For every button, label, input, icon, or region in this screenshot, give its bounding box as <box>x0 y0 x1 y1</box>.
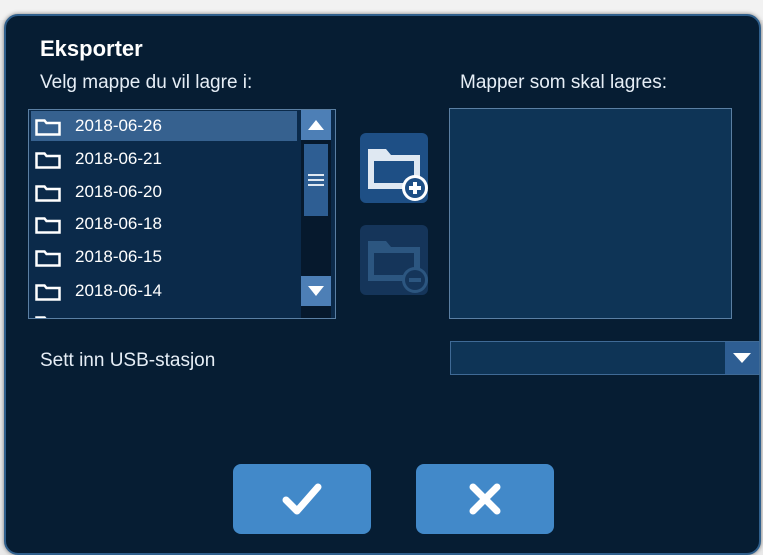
folder-list-item-label: 2018-06-26 <box>75 116 162 135</box>
scroll-down-button[interactable] <box>301 276 331 306</box>
folder-list-item[interactable]: 2018-06-18 <box>31 209 297 239</box>
export-dialog: Eksporter Velg mappe du vil lagre i: Map… <box>4 14 761 555</box>
scroll-up-button[interactable] <box>301 110 331 140</box>
chevron-down-icon <box>733 353 751 363</box>
usb-drive-dropdown-button[interactable] <box>725 342 759 374</box>
folder-list-item-label: 2018-06-21 <box>75 149 162 168</box>
dialog-title: Eksporter <box>40 36 143 61</box>
folder-icon <box>35 216 61 234</box>
folder-list-item-label: 2018-06-20 <box>75 182 162 201</box>
folder-list-item-partial[interactable] <box>31 308 297 318</box>
folder-list-scrollbar[interactable] <box>301 110 331 318</box>
add-folder-button[interactable] <box>360 133 428 203</box>
grip-lines-icon <box>308 174 324 186</box>
folder-list-item[interactable]: 2018-06-20 <box>31 177 297 207</box>
folder-icon <box>35 118 61 136</box>
destination-folder-list[interactable] <box>449 108 732 319</box>
folder-icon <box>35 283 61 301</box>
folder-list-item[interactable]: 2018-06-14 <box>31 276 297 306</box>
folder-list-item-label: 2018-06-14 <box>75 281 162 300</box>
folder-list-item[interactable]: 2018-06-26 <box>31 111 297 141</box>
usb-drive-select[interactable] <box>450 341 760 375</box>
checkmark-icon <box>282 483 322 515</box>
confirm-button[interactable] <box>233 464 371 534</box>
folder-icon <box>35 315 47 318</box>
scroll-thumb[interactable] <box>304 144 328 216</box>
folder-icon <box>35 249 61 267</box>
folder-icon <box>35 184 61 202</box>
triangle-down-icon <box>308 286 324 296</box>
close-icon <box>469 483 501 515</box>
triangle-up-icon <box>308 120 324 130</box>
cancel-button[interactable] <box>416 464 554 534</box>
folder-add-icon <box>368 149 428 201</box>
source-folder-label: Velg mappe du vil lagre i: <box>40 72 253 93</box>
folder-icon <box>35 151 61 169</box>
folder-remove-icon <box>368 241 428 293</box>
folder-list-item[interactable]: 2018-06-15 <box>31 242 297 272</box>
destination-folder-label: Mapper som skal lagres: <box>460 72 667 93</box>
source-folder-list[interactable]: 2018-06-26 2018-06-21 2018-06-20 2018-06… <box>28 109 336 319</box>
folder-list-item-label: 2018-06-15 <box>75 247 162 266</box>
usb-drive-label: Sett inn USB-stasjon <box>40 350 216 371</box>
folder-list-item[interactable]: 2018-06-21 <box>31 144 297 174</box>
folder-list-item-label: 2018-06-18 <box>75 214 162 233</box>
background-window-ghost-text <box>20 0 24 8</box>
remove-folder-button[interactable] <box>360 225 428 295</box>
